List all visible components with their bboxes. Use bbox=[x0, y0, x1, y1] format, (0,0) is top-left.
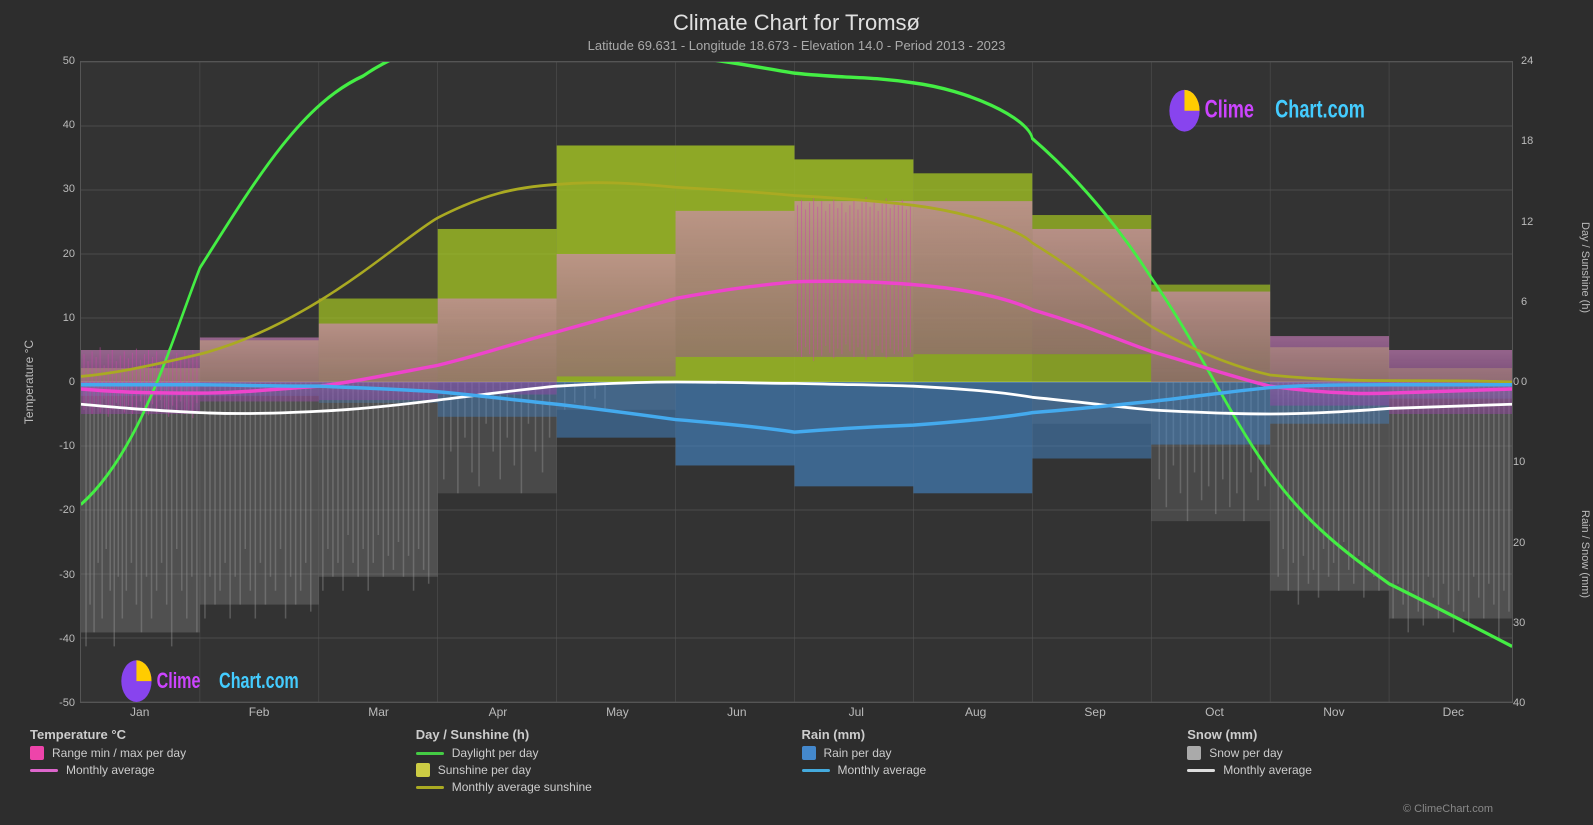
legend-daylight-swatch bbox=[416, 752, 444, 755]
legend-day-title: Day / Sunshine (h) bbox=[416, 727, 792, 742]
legend-rain-avg-swatch bbox=[802, 769, 830, 772]
legend-temp-avg: Monthly average bbox=[30, 763, 406, 777]
legend-temp-title: Temperature °C bbox=[30, 727, 406, 742]
legend: Temperature °C Range min / max per day M… bbox=[20, 719, 1573, 801]
legend-temp-range: Range min / max per day bbox=[30, 746, 406, 760]
chart-header: Climate Chart for Tromsø Latitude 69.631… bbox=[20, 10, 1573, 53]
legend-day-section: Day / Sunshine (h) Daylight per day Suns… bbox=[416, 727, 792, 797]
svg-text:Clime: Clime bbox=[1205, 95, 1254, 124]
legend-rain-avg: Monthly average bbox=[802, 763, 1178, 777]
x-label-jul: Jul bbox=[797, 705, 916, 719]
legend-sunshine: Sunshine per day bbox=[416, 763, 792, 777]
legend-rain-title: Rain (mm) bbox=[802, 727, 1178, 742]
legend-temp-section: Temperature °C Range min / max per day M… bbox=[30, 727, 406, 797]
legend-snow-avg: Monthly average bbox=[1187, 763, 1563, 777]
y-axis-left: Temperature °C 50 40 30 20 10 0 -10 -20 … bbox=[20, 61, 80, 703]
legend-sunshine-avg: Monthly average sunshine bbox=[416, 780, 792, 794]
legend-snow-per-day: Snow per day bbox=[1187, 746, 1563, 760]
x-label-aug: Aug bbox=[916, 705, 1035, 719]
x-label-jan: Jan bbox=[80, 705, 199, 719]
x-label-jun: Jun bbox=[677, 705, 796, 719]
chart-title: Climate Chart for Tromsø bbox=[20, 10, 1573, 36]
legend-sunshine-swatch bbox=[416, 763, 430, 777]
chart-canvas: Clime Chart.com Clime Chart.com bbox=[80, 61, 1513, 703]
legend-snow-section: Snow (mm) Snow per day Monthly average bbox=[1187, 727, 1563, 797]
y-axis-right-top-label: Day / Sunshine (h) bbox=[1579, 222, 1591, 313]
x-label-oct: Oct bbox=[1155, 705, 1274, 719]
svg-text:Chart.com: Chart.com bbox=[219, 669, 299, 694]
chart-area: Temperature °C 50 40 30 20 10 0 -10 -20 … bbox=[20, 61, 1573, 703]
svg-text:Clime: Clime bbox=[157, 669, 201, 694]
x-label-sep: Sep bbox=[1035, 705, 1154, 719]
x-label-nov: Nov bbox=[1274, 705, 1393, 719]
x-label-apr: Apr bbox=[438, 705, 557, 719]
legend-sunshine-avg-swatch bbox=[416, 786, 444, 789]
legend-rain-swatch bbox=[802, 746, 816, 760]
x-label-feb: Feb bbox=[199, 705, 318, 719]
legend-daylight: Daylight per day bbox=[416, 746, 792, 760]
y-axis-right-bottom-label: Rain / Snow (mm) bbox=[1579, 510, 1591, 598]
copyright: © ClimeChart.com bbox=[20, 803, 1573, 815]
legend-rain-per-day: Rain per day bbox=[802, 746, 1178, 760]
legend-temp-range-swatch bbox=[30, 746, 44, 760]
legend-snow-title: Snow (mm) bbox=[1187, 727, 1563, 742]
y-axis-right: 24 18 12 6 0 0 10 20 30 40 Day / Sunshin… bbox=[1513, 61, 1573, 703]
x-label-may: May bbox=[558, 705, 677, 719]
x-label-mar: Mar bbox=[319, 705, 438, 719]
legend-snow-avg-swatch bbox=[1187, 769, 1215, 772]
x-label-dec: Dec bbox=[1394, 705, 1513, 719]
x-axis: Jan Feb Mar Apr May Jun Jul Aug Sep Oct … bbox=[80, 705, 1513, 719]
y-axis-left-label: Temperature °C bbox=[22, 340, 36, 424]
legend-snow-swatch bbox=[1187, 746, 1201, 760]
legend-temp-avg-swatch bbox=[30, 769, 58, 772]
svg-text:Chart.com: Chart.com bbox=[1275, 95, 1365, 124]
chart-subtitle: Latitude 69.631 - Longitude 18.673 - Ele… bbox=[20, 38, 1573, 53]
legend-rain-section: Rain (mm) Rain per day Monthly average bbox=[802, 727, 1178, 797]
